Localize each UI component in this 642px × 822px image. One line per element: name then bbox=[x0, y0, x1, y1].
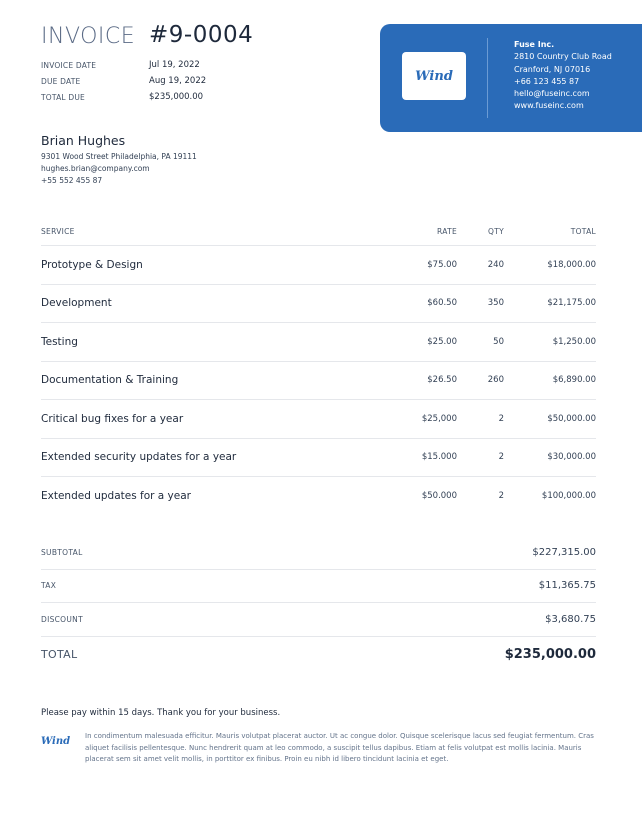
service-qty: 240 bbox=[487, 259, 504, 270]
invoice-number: #9-0004 bbox=[149, 22, 254, 48]
service-name: Prototype & Design bbox=[41, 258, 143, 271]
table-row: Development $60.50 350 $21,175.00 bbox=[41, 285, 596, 323]
tax-value: $11,365.75 bbox=[538, 580, 596, 592]
divider bbox=[487, 38, 488, 118]
invoice-title: INVOICE bbox=[41, 24, 136, 49]
service-name: Extended updates for a year bbox=[41, 489, 191, 502]
meta-value: $235,000.00 bbox=[149, 92, 204, 102]
company-logo: Wind bbox=[402, 52, 466, 100]
client-email[interactable]: hughes.brian@company.com bbox=[41, 163, 197, 175]
company-address-line1: 2810 Country Club Road bbox=[514, 52, 612, 62]
service-qty: 50 bbox=[493, 336, 504, 347]
service-name: Critical bug fixes for a year bbox=[41, 412, 184, 425]
service-rate: $15.000 bbox=[421, 452, 457, 463]
meta-row-invoice-date: INVOICE DATE Jul 19, 2022 bbox=[41, 57, 206, 73]
company-address-line2: Cranford, NJ 07016 bbox=[514, 64, 591, 74]
meta-key: INVOICE DATE bbox=[41, 60, 97, 70]
services-table: SERVICE RATE QTY TOTAL Prototype & Desig… bbox=[41, 218, 596, 515]
service-rate: $26.50 bbox=[427, 375, 457, 386]
service-qty: 2 bbox=[498, 490, 504, 501]
total-label: TOTAL bbox=[41, 648, 78, 661]
client-phone: +55 552 455 87 bbox=[41, 176, 103, 185]
meta-row-due-date: DUE DATE Aug 19, 2022 bbox=[41, 73, 206, 89]
service-rate: $75.00 bbox=[427, 259, 457, 270]
meta-row-total-due: TOTAL DUE $235,000.00 bbox=[41, 89, 206, 105]
service-rate: $25.00 bbox=[427, 336, 457, 347]
client-block: Brian Hughes 9301 Wood Street Philadelph… bbox=[41, 133, 197, 187]
service-rate: $60.50 bbox=[427, 298, 457, 309]
service-rate: $25,000 bbox=[421, 413, 457, 424]
company-name: Fuse Inc. bbox=[514, 40, 555, 49]
table-row: Extended security updates for a year $15… bbox=[41, 439, 596, 477]
footer-note: In condimentum malesuada efficitur. Maur… bbox=[85, 732, 594, 763]
service-total: $30,000.00 bbox=[547, 452, 596, 463]
discount-label: DISCOUNT bbox=[41, 614, 83, 624]
table-row: Extended updates for a year $50.000 2 $1… bbox=[41, 477, 596, 515]
subtotal-row: SUBTOTAL $227,315.00 bbox=[41, 536, 596, 570]
company-panel: Wind Fuse Inc. 2810 Country Club Road Cr… bbox=[380, 24, 642, 132]
table-header: SERVICE RATE QTY TOTAL bbox=[41, 218, 596, 246]
grand-total-row: TOTAL $235,000.00 bbox=[41, 637, 596, 673]
service-qty: 260 bbox=[487, 375, 504, 386]
invoice-page: INVOICE #9-0004 INVOICE DATE Jul 19, 202… bbox=[0, 0, 642, 822]
company-email[interactable]: hello@fuseinc.com bbox=[514, 88, 612, 100]
meta-value: Aug 19, 2022 bbox=[149, 76, 207, 86]
service-qty: 350 bbox=[487, 298, 504, 309]
client-address: 9301 Wood Street Philadelphia, PA 19111 bbox=[41, 152, 197, 161]
table-row: Testing $25.00 50 $1,250.00 bbox=[41, 323, 596, 362]
header-rate: RATE bbox=[437, 227, 457, 236]
service-rate: $50.000 bbox=[421, 490, 457, 501]
service-name: Testing bbox=[41, 335, 78, 348]
table-row: Prototype & Design $75.00 240 $18,000.00 bbox=[41, 246, 596, 285]
payment-note: Please pay within 15 days. Thank you for… bbox=[41, 708, 281, 718]
service-total: $21,175.00 bbox=[547, 298, 596, 309]
service-total: $100,000.00 bbox=[541, 490, 596, 501]
discount-value: $3,680.75 bbox=[545, 613, 596, 625]
company-website[interactable]: www.fuseinc.com bbox=[514, 100, 612, 112]
total-value: $235,000.00 bbox=[504, 647, 596, 662]
service-total: $50,000.00 bbox=[547, 413, 596, 424]
service-name: Development bbox=[41, 297, 112, 310]
table-body: Prototype & Design $75.00 240 $18,000.00… bbox=[41, 246, 596, 515]
service-qty: 2 bbox=[498, 413, 504, 424]
header-qty: QTY bbox=[488, 227, 504, 236]
header-service: SERVICE bbox=[41, 227, 75, 236]
meta-value: Jul 19, 2022 bbox=[149, 60, 200, 70]
service-total: $18,000.00 bbox=[547, 259, 596, 270]
subtotal-label: SUBTOTAL bbox=[41, 547, 83, 557]
client-name: Brian Hughes bbox=[41, 133, 126, 148]
header-total: TOTAL bbox=[570, 227, 596, 236]
service-name: Extended security updates for a year bbox=[41, 451, 237, 464]
tax-label: TAX bbox=[41, 581, 57, 591]
footer-logo: Wind bbox=[41, 736, 71, 747]
table-row: Critical bug fixes for a year $25,000 2 … bbox=[41, 400, 596, 439]
logo-wordmark: Wind bbox=[415, 68, 453, 84]
tax-row: TAX $11,365.75 bbox=[41, 570, 596, 603]
subtotal-value: $227,315.00 bbox=[532, 546, 596, 558]
service-total: $6,890.00 bbox=[552, 375, 596, 386]
table-row: Documentation & Training $26.50 260 $6,8… bbox=[41, 362, 596, 400]
company-phone: +66 123 455 87 bbox=[514, 76, 580, 86]
meta-key: DUE DATE bbox=[41, 76, 81, 86]
meta-key: TOTAL DUE bbox=[41, 92, 85, 102]
invoice-meta: INVOICE DATE Jul 19, 2022 DUE DATE Aug 1… bbox=[41, 57, 206, 105]
service-name: Documentation & Training bbox=[41, 374, 179, 387]
service-qty: 2 bbox=[498, 452, 504, 463]
company-info: Fuse Inc. 2810 Country Club Road Cranfor… bbox=[514, 39, 612, 113]
totals-block: SUBTOTAL $227,315.00 TAX $11,365.75 DISC… bbox=[41, 536, 596, 673]
discount-row: DISCOUNT $3,680.75 bbox=[41, 603, 596, 637]
service-total: $1,250.00 bbox=[552, 336, 596, 347]
